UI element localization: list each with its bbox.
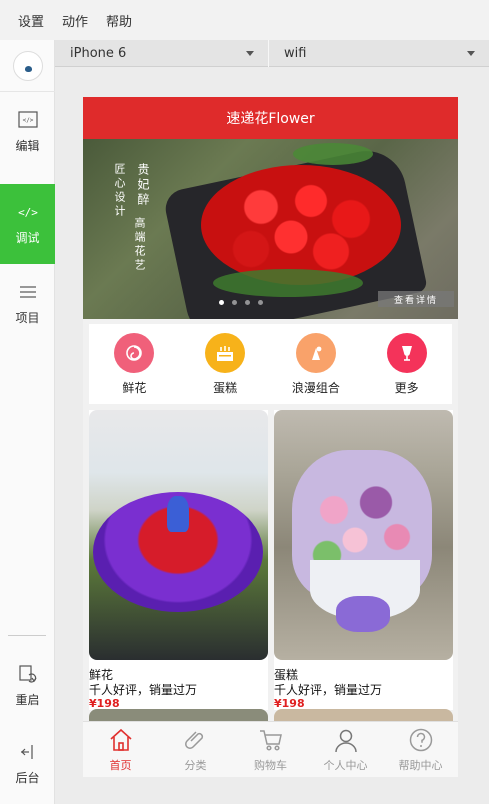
sidebar-item-label: 项目 [15,310,40,325]
menu-icon [17,283,39,301]
help-icon [409,728,432,751]
sidebar-item-label: 后台 [15,770,40,785]
product-card-peek [89,709,268,721]
sidebar: </> 编辑 </> 调试 项目 重启 后台 [0,40,55,804]
cake-icon [205,332,246,373]
ribbon-bow [336,596,390,632]
sidebar-item-background[interactable]: 后台 [0,724,55,804]
tab-category[interactable]: 分类 [158,722,233,777]
product-card-peek [274,709,453,721]
phone-simulator: 速递花Flower 匠心设计 高端花艺 贵妃醉 查看详情 鲜花 蛋糕 浪漫组合 … [83,97,458,777]
product-image [89,410,268,660]
fern-decoration [213,269,363,297]
banner-poem: 高端花艺 [133,217,146,273]
category-more[interactable]: 更多 [361,324,452,404]
chevron-down-icon [467,51,475,56]
avatar-icon [12,50,43,81]
user-icon [334,729,357,752]
category-flowers[interactable]: 鲜花 [89,324,180,404]
flower-icon [114,332,155,373]
app-navbar: 速递花Flower [83,97,458,139]
category-label: 鲜花 [122,380,147,395]
banner-poem: 贵妃醉 [136,163,150,208]
tab-label: 首页 [109,758,132,772]
carousel-dots [219,300,263,305]
sidebar-divider [8,635,46,636]
product-image [274,410,453,660]
menubar: 设置 动作 帮助 [0,0,489,40]
product-card[interactable]: 鲜花 千人好评，销量过万 ¥198 [89,410,268,710]
tab-label: 个人中心 [323,758,368,772]
fern-decoration [293,143,373,165]
home-icon [109,728,132,751]
category-cakes[interactable]: 蛋糕 [180,324,271,404]
tab-label: 分类 [184,758,207,772]
sidebar-item-label: 重启 [15,692,40,707]
doll-decoration [167,496,189,532]
network-value: wifi [284,46,307,61]
product-desc: 千人好评，销量过万 [89,683,198,697]
roses-image [201,165,401,285]
tab-label: 帮助中心 [398,758,443,772]
svg-text:</>: </> [22,117,33,124]
app-title: 速递花Flower [226,111,315,127]
banner-carousel[interactable]: 匠心设计 高端花艺 贵妃醉 查看详情 [83,139,458,319]
tab-label: 购物车 [254,758,287,772]
sidebar-item-project[interactable]: 项目 [0,264,55,344]
cup-icon [386,332,427,373]
tab-home[interactable]: 首页 [83,722,158,777]
svg-text:</>: </> [18,206,38,219]
code-icon: </> [17,203,39,221]
sidebar-item-edit[interactable]: </> 编辑 [0,92,55,172]
tab-profile[interactable]: 个人中心 [308,722,383,777]
sidebar-item-restart[interactable]: 重启 [0,646,55,726]
avatar[interactable] [0,40,55,92]
cart-icon [259,729,282,751]
category-label: 蛋糕 [213,380,238,395]
menu-help[interactable]: 帮助 [106,11,132,30]
sidebar-item-label: 调试 [15,230,40,245]
tab-help[interactable]: 帮助中心 [383,722,458,777]
category-label: 更多 [394,380,419,395]
device-toolbar: iPhone 6 wifi [55,40,489,67]
network-select[interactable]: wifi [269,40,489,67]
view-detail-button[interactable]: 查看详情 [378,291,454,307]
restart-icon [17,664,39,683]
category-romantic[interactable]: 浪漫组合 [271,324,362,404]
banner-poem: 匠心设计 [113,163,126,219]
device-model-select[interactable]: iPhone 6 [55,40,268,67]
code-icon: </> [17,111,39,129]
tab-cart[interactable]: 购物车 [233,722,308,777]
chevron-down-icon [246,51,254,56]
background-icon [17,743,39,761]
product-desc: 千人好评，销量过万 [274,683,383,697]
menu-actions[interactable]: 动作 [62,11,88,30]
menu-settings[interactable]: 设置 [18,11,44,30]
device-model-value: iPhone 6 [70,46,127,61]
category-grid: 鲜花 蛋糕 浪漫组合 更多 [89,324,452,404]
app-tabbar: 首页 分类 购物车 个人中心 帮助中心 [83,721,458,777]
category-label: 浪漫组合 [291,380,340,395]
gift-icon [295,332,336,373]
sidebar-item-label: 编辑 [15,138,40,153]
product-card[interactable]: 蛋糕 千人好评，销量过万 ¥198 [274,410,453,710]
sidebar-item-debug[interactable]: </> 调试 [0,184,55,264]
paperclip-icon [184,730,203,749]
